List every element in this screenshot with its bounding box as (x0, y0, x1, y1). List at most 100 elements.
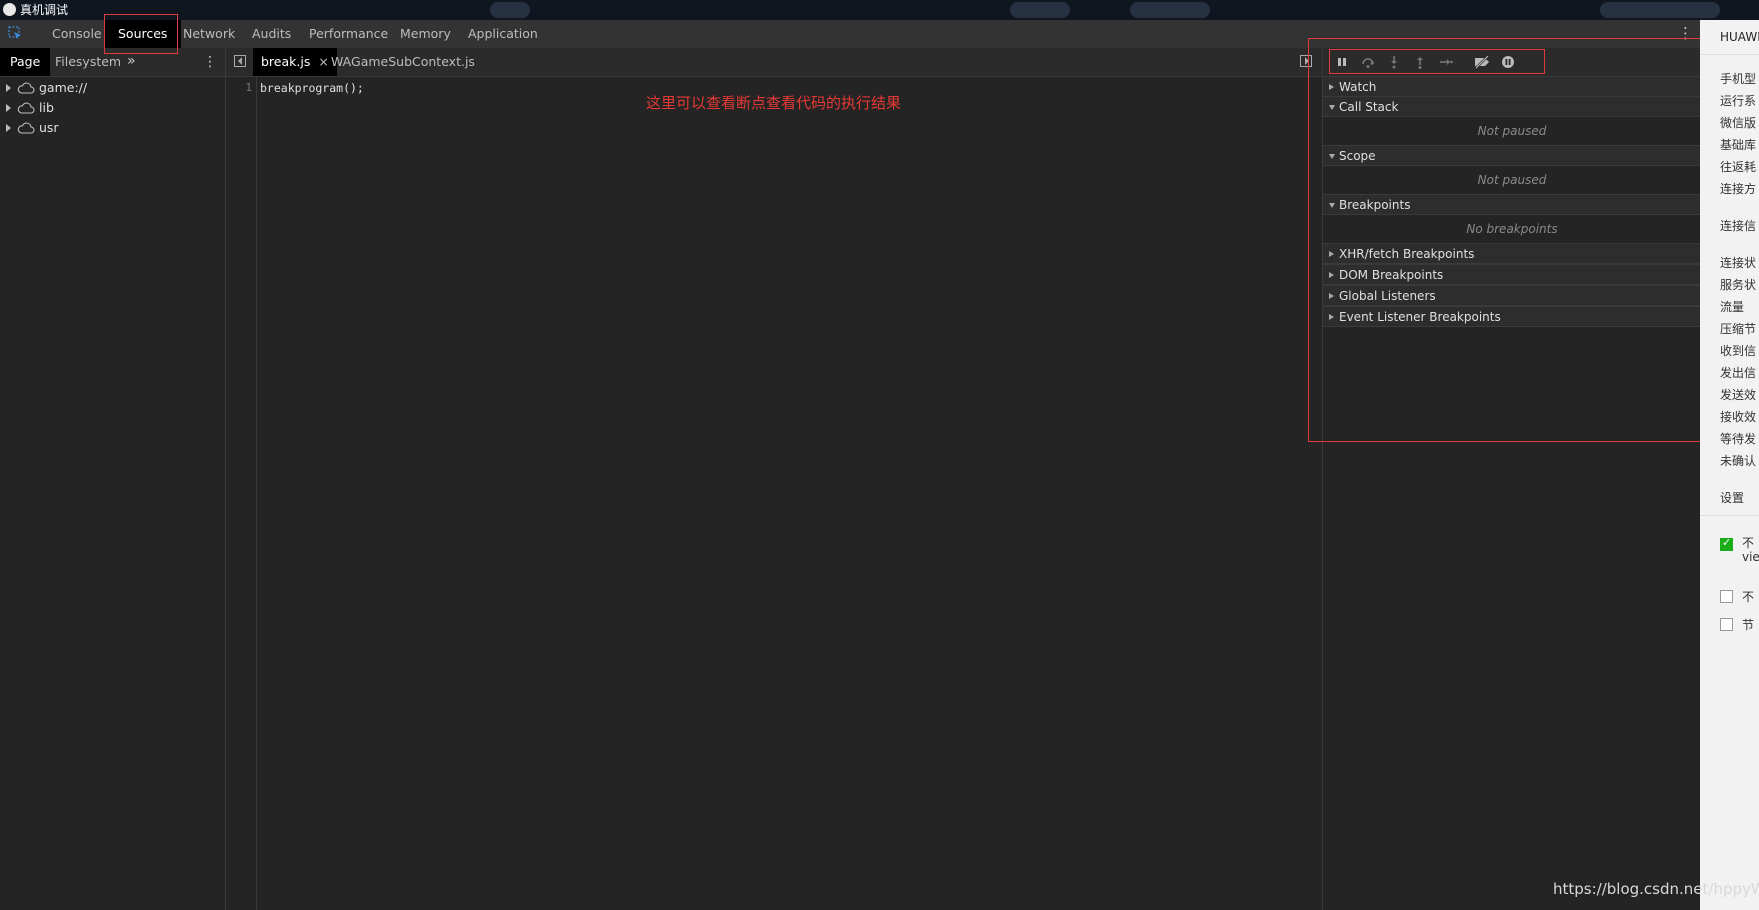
section-title: Scope (1339, 149, 1376, 163)
call-stack-status: Not paused (1477, 124, 1547, 138)
step-over-icon[interactable] (1361, 55, 1375, 69)
info-row: 连接信 (1720, 219, 1757, 233)
tab-memory[interactable]: Memory (400, 20, 451, 48)
sources-navigator: Page Filesystem » ⋮ game:// lib usr (0, 48, 226, 910)
info-row: 收到信 (1720, 344, 1757, 358)
tab-page[interactable]: Page (0, 48, 51, 76)
more-options-icon[interactable]: ⋮ (1678, 24, 1693, 44)
debugger-sidebar: Watch Call Stack Not paused Scope Not pa… (1322, 48, 1701, 910)
scope-status: Not paused (1477, 173, 1547, 187)
code-line[interactable]: breakprogram(); (260, 81, 364, 95)
divider (1700, 515, 1759, 516)
close-tab-icon[interactable]: × (318, 54, 328, 69)
step-icon[interactable] (1439, 55, 1453, 69)
collapse-arrow-icon (1329, 272, 1334, 278)
tab-application[interactable]: Application (468, 20, 538, 48)
section-title: Event Listener Breakpoints (1339, 310, 1501, 324)
collapse-arrow-icon (1329, 251, 1334, 257)
section-global-listeners[interactable]: Global Listeners (1323, 285, 1701, 306)
app-icon (3, 3, 16, 16)
collapse-arrow-icon (1329, 314, 1334, 320)
device-model: HUAWE (1720, 30, 1759, 44)
navigator-menu-icon[interactable]: ⋮ (203, 48, 217, 76)
tab-network[interactable]: Network (183, 20, 235, 48)
info-row: 发出信 (1720, 366, 1757, 380)
expand-arrow-icon (1329, 154, 1335, 159)
info-row: 连接方 (1720, 182, 1757, 196)
option-label: 不 (1742, 590, 1755, 604)
section-xhr-breakpoints[interactable]: XHR/fetch Breakpoints (1323, 243, 1701, 264)
info-row: 接收效 (1720, 410, 1757, 424)
section-title: XHR/fetch Breakpoints (1339, 247, 1475, 261)
tree-item-label: lib (39, 100, 54, 115)
expand-arrow-icon[interactable] (6, 124, 11, 132)
cloud-icon (17, 122, 35, 134)
option-checkbox[interactable] (1720, 618, 1733, 631)
blurred-background (1130, 2, 1210, 18)
watermark: https://blog.csdn.net/hppyW (1553, 880, 1759, 898)
section-scope[interactable]: Scope (1323, 145, 1701, 166)
tree-item-lib[interactable]: lib (6, 99, 54, 117)
deactivate-breakpoints-icon[interactable] (1473, 55, 1491, 69)
section-title: Call Stack (1339, 100, 1399, 114)
pause-on-exceptions-icon[interactable] (1501, 55, 1515, 69)
toggle-navigator-icon[interactable] (234, 55, 246, 67)
editor-tab-label: break.js (261, 54, 311, 69)
expand-arrow-icon[interactable] (6, 104, 11, 112)
tab-performance[interactable]: Performance (309, 20, 388, 48)
divider (1700, 54, 1759, 55)
info-row: 发送效 (1720, 388, 1757, 402)
step-into-icon[interactable] (1387, 55, 1401, 69)
editor-tab-break-js[interactable]: break.js × (253, 48, 337, 76)
info-row: 运行系 (1720, 94, 1757, 108)
tree-item-usr[interactable]: usr (6, 119, 59, 137)
section-title: Breakpoints (1339, 198, 1411, 212)
info-row: 连接状 (1720, 256, 1757, 270)
more-tabs-icon[interactable]: » (127, 48, 136, 74)
line-number: 1 (245, 81, 252, 94)
collapse-arrow-icon (1329, 84, 1334, 90)
expand-arrow-icon (1329, 105, 1335, 110)
expand-arrow-icon[interactable] (6, 84, 11, 92)
tab-sources[interactable]: Sources (104, 20, 182, 48)
tab-filesystem[interactable]: Filesystem (55, 48, 121, 76)
option-label: 不 (1742, 536, 1755, 550)
info-row: 微信版 (1720, 116, 1757, 130)
blurred-background (490, 2, 530, 18)
tab-console[interactable]: Console (52, 20, 102, 48)
section-event-listener-breakpoints[interactable]: Event Listener Breakpoints (1323, 306, 1701, 327)
inspect-element-icon[interactable] (8, 26, 22, 40)
editor-tabs: break.js × WAGameSubContext.js (226, 48, 1322, 77)
info-row: 服务状 (1720, 278, 1757, 292)
tree-item-game[interactable]: game:// (6, 79, 87, 97)
option-sublabel: vie (1742, 550, 1759, 564)
section-call-stack[interactable]: Call Stack (1323, 96, 1701, 117)
window-title: 真机调试 (20, 3, 69, 17)
pause-icon[interactable] (1335, 55, 1349, 69)
tab-audits[interactable]: Audits (252, 20, 291, 48)
expand-arrow-icon (1329, 203, 1335, 208)
code-editor: break.js × WAGameSubContext.js 1 breakpro… (226, 48, 1322, 910)
window-titlebar: 真机调试 (0, 0, 1759, 20)
option-checkbox[interactable] (1720, 590, 1733, 603)
info-row: 未确认 (1720, 454, 1757, 468)
section-watch[interactable]: Watch (1323, 76, 1701, 97)
devtools-tabbar: Console Sources Network Audits Performan… (0, 20, 1700, 49)
tree-item-label: usr (39, 120, 59, 135)
line-gutter: 1 (226, 77, 257, 910)
info-row: 等待发 (1720, 432, 1757, 446)
toggle-debugger-icon[interactable] (1300, 55, 1312, 67)
blurred-background (1600, 2, 1720, 18)
option-checkbox[interactable] (1720, 536, 1733, 551)
info-row: 基础库 (1720, 138, 1757, 152)
section-breakpoints[interactable]: Breakpoints (1323, 194, 1701, 215)
cloud-icon (17, 82, 35, 94)
device-info-panel: HUAWE 手机型 运行系 微信版 基础库 往返耗 连接方 连接信 连接状 服务… (1700, 20, 1759, 910)
editor-tab-wagamesubcontext[interactable]: WAGameSubContext.js (331, 48, 475, 76)
section-title: Global Listeners (1339, 289, 1436, 303)
info-row: 往返耗 (1720, 160, 1757, 174)
blurred-background (1010, 2, 1070, 18)
section-dom-breakpoints[interactable]: DOM Breakpoints (1323, 264, 1701, 285)
tree-item-label: game:// (39, 80, 88, 95)
step-out-icon[interactable] (1413, 55, 1427, 69)
